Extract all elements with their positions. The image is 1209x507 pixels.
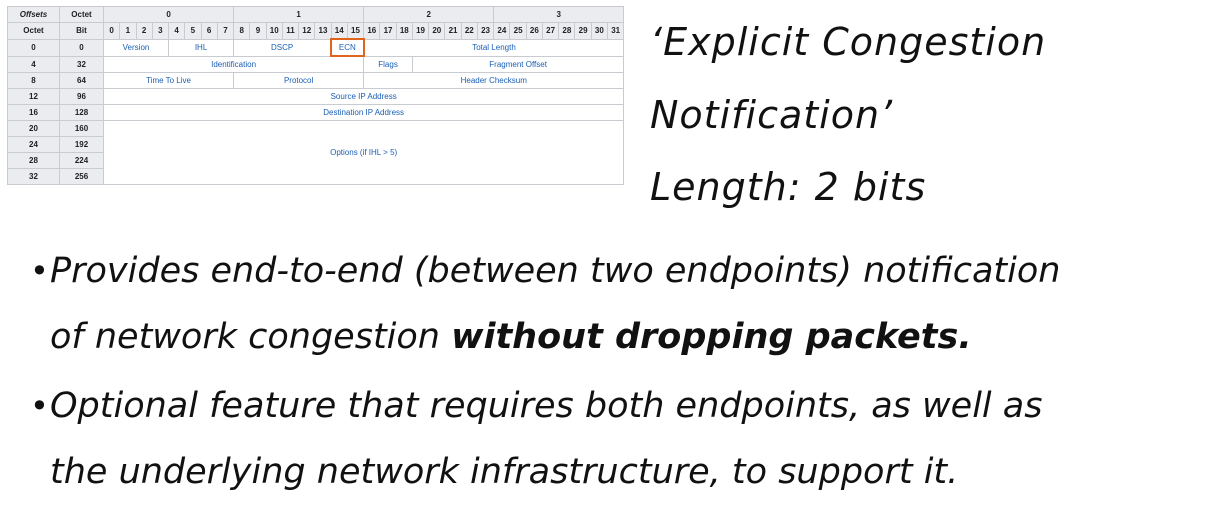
table-row: 8 64 Time To Live Protocol Header Checksum: [7, 72, 625, 89]
field-total-length: Total Length: [363, 38, 625, 57]
row-bit: 128: [59, 104, 104, 121]
ecn-title-line-1: ‘Explicit Congestion: [650, 20, 1047, 64]
ipv4-header-table: Offsets Octet 0 1 2 3 Octet Bit 0 1 2 3 4 5 6 7 8 9 10 11 12…: [7, 6, 625, 185]
table-row: 20 160 Options (if IHL > 5): [7, 120, 625, 185]
bit-header: 22: [460, 22, 478, 40]
row-octet: 16: [7, 104, 60, 121]
row-bit: 192: [59, 136, 104, 153]
bit-header: 17: [379, 22, 397, 40]
row-bit: 160: [59, 120, 104, 137]
octet-header: 0: [102, 6, 235, 23]
bit-header: 16: [363, 22, 381, 40]
bit-header: 13: [314, 22, 332, 40]
bullet-1-line-2-plain: of network congestion: [50, 317, 452, 357]
row-bit: 32: [59, 55, 104, 73]
bit-header: 30: [590, 22, 608, 40]
row-octet: 28: [7, 152, 60, 169]
field-destination-ip-address: Destination IP Address: [102, 104, 625, 121]
bit-header: 25: [509, 22, 527, 40]
bit-header: 11: [281, 22, 300, 40]
bit-header: 21: [444, 22, 462, 40]
row-bit: 224: [59, 152, 104, 169]
bullet-dot-icon: •: [30, 387, 49, 425]
field-ecn: ECN: [330, 38, 365, 57]
bit-header: 12: [298, 22, 316, 40]
bit-header: 4: [167, 22, 186, 40]
field-time-to-live: Time To Live: [102, 72, 235, 89]
row-octet-label: Octet: [7, 22, 60, 40]
octet-header: 1: [233, 6, 365, 23]
bullet-1-line-1: Provides end-to-end (between two endpoin…: [50, 251, 1061, 291]
corner-octet: Octet: [59, 6, 104, 23]
field-source-ip-address: Source IP Address: [102, 88, 625, 105]
table-row: 4 32 Identification Flags Fragment Offset: [7, 55, 625, 73]
row-bit-label: Bit: [59, 22, 104, 40]
bullet-1-line-2: of network congestion without dropping p…: [50, 304, 972, 370]
row-octet: 4: [7, 55, 60, 73]
row-octet: 8: [7, 72, 60, 89]
bit-header: 29: [574, 22, 592, 40]
field-fragment-offset: Fragment Offset: [411, 55, 625, 73]
bit-header: 28: [558, 22, 576, 40]
bullet-dot-icon: •: [30, 252, 49, 290]
table-row: 16 128 Destination IP Address: [7, 104, 625, 121]
ecn-length: Length: 2 bits: [650, 165, 927, 209]
bit-header: 10: [265, 22, 283, 40]
bit-header: 27: [541, 22, 560, 40]
bit-header: 15: [346, 22, 365, 40]
bullet-1-line-2-bold: without dropping packets.: [451, 317, 972, 357]
octet-header: 3: [493, 6, 625, 23]
row-bit: 0: [59, 38, 104, 57]
bullet-2-line-1: Optional feature that requires both endp…: [50, 386, 1043, 426]
bit-header: 18: [395, 22, 413, 40]
row-octet: 12: [7, 88, 60, 105]
bit-header: 26: [525, 22, 543, 40]
bit-header: 5: [184, 22, 202, 40]
bit-header: 23: [476, 22, 495, 40]
bit-header: 6: [200, 22, 218, 40]
row-octet: 20: [7, 120, 60, 137]
field-header-checksum: Header Checksum: [363, 72, 625, 89]
bit-header: 19: [411, 22, 430, 40]
bit-header: 31: [606, 22, 625, 40]
bit-header: 14: [330, 22, 348, 40]
bit-header-row: Octet Bit 0 1 2 3 4 5 6 7 8 9 10 11 12 13 14 15 16 17 18 19 20…: [7, 22, 625, 40]
table-row: 12 96 Source IP Address: [7, 88, 625, 105]
field-dscp: DSCP: [233, 38, 332, 57]
row-bit: 256: [59, 168, 104, 185]
corner-offsets: Offsets: [7, 6, 60, 23]
octet-header-row: Offsets Octet 0 1 2 3: [7, 6, 625, 23]
row-octet: 0: [7, 38, 60, 57]
bullet-2-line-2: the underlying network infrastructure, t…: [50, 452, 959, 492]
field-flags: Flags: [363, 55, 413, 73]
row-octet: 32: [7, 168, 60, 185]
octet-header: 2: [363, 6, 495, 23]
bit-header: 8: [233, 22, 251, 40]
field-protocol: Protocol: [233, 72, 365, 89]
table-row: 0 0 Version IHL DSCP ECN Total Length: [7, 38, 625, 57]
bit-header: 1: [119, 22, 137, 40]
row-bit: 96: [59, 88, 104, 105]
field-ihl: IHL: [167, 38, 235, 57]
row-octet: 24: [7, 136, 60, 153]
bit-header: 0: [102, 22, 121, 40]
field-version: Version: [103, 38, 169, 57]
ecn-title-line-2: Notification’: [650, 93, 894, 137]
bit-header: 3: [151, 22, 170, 40]
bit-header: 9: [249, 22, 267, 40]
field-options-if-ihl-5: Options (if IHL > 5): [102, 120, 625, 185]
field-identification: Identification: [102, 55, 365, 73]
bit-header: 24: [493, 22, 511, 40]
bit-header: 20: [428, 22, 446, 40]
bit-header: 7: [216, 22, 235, 40]
row-bit: 64: [59, 72, 104, 89]
bit-header: 2: [135, 22, 153, 40]
